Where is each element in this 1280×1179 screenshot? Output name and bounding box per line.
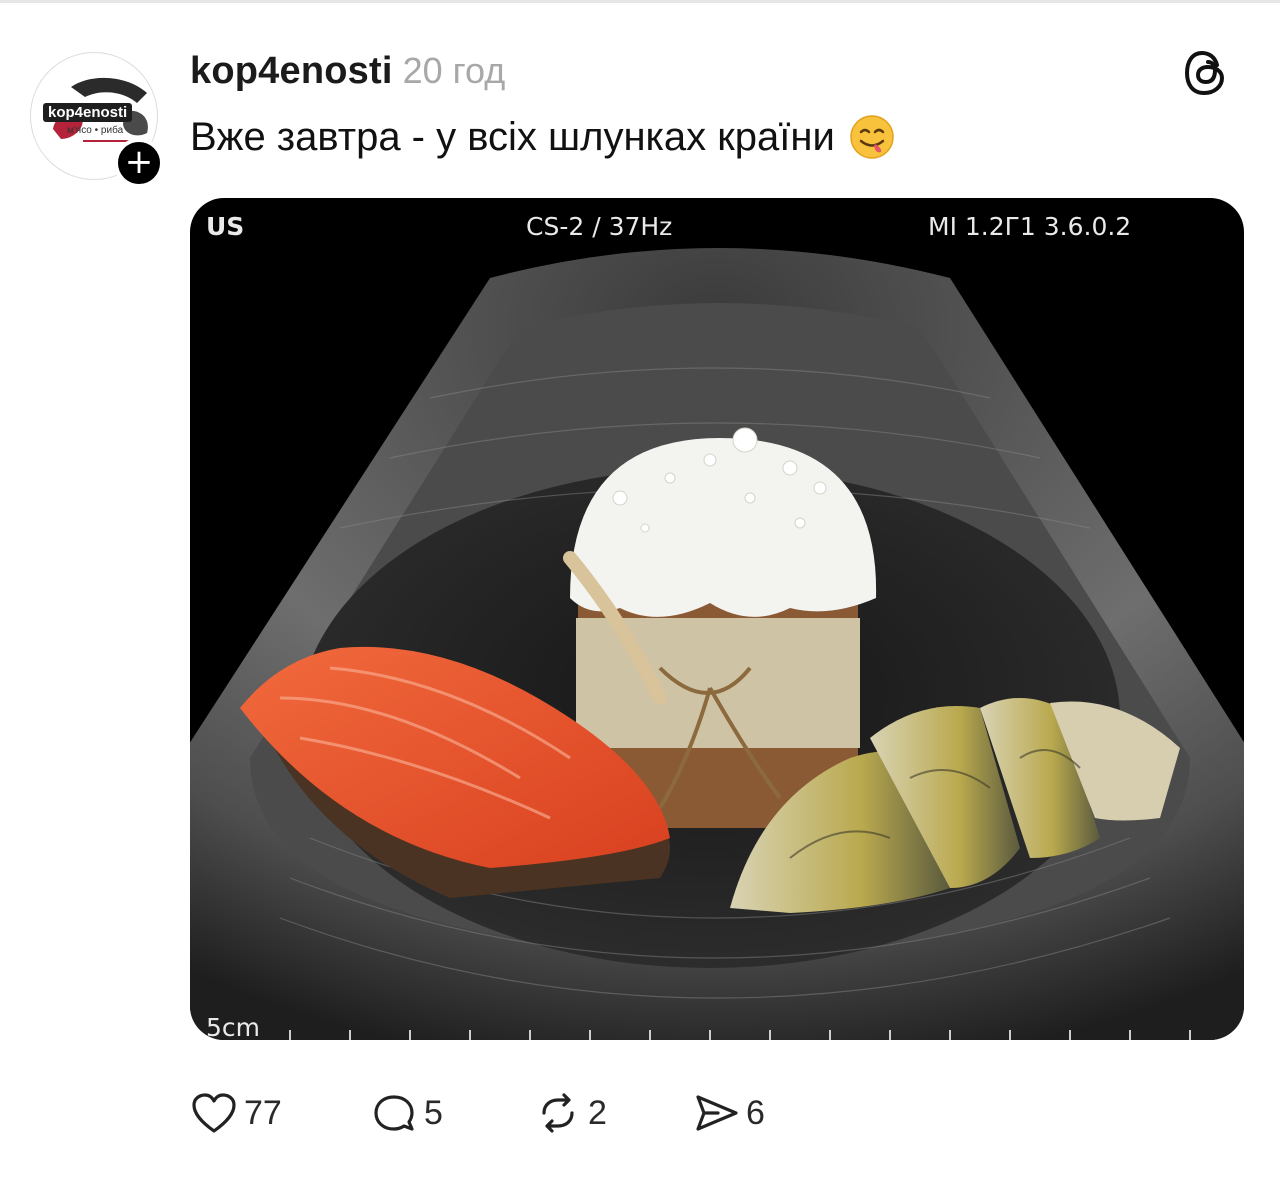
heart-icon — [192, 1093, 236, 1133]
share-button[interactable]: 6 — [692, 1090, 765, 1136]
follow-button[interactable]: + — [114, 138, 164, 188]
ultrasound-mode-label: US — [206, 212, 245, 241]
face-savoring-food-emoji — [850, 115, 894, 159]
top-divider — [0, 0, 1280, 3]
threads-logo-icon[interactable] — [1182, 48, 1232, 98]
reply-button[interactable]: 5 — [370, 1090, 443, 1136]
caption-text: Вже завтра - у всіх шлунках країни — [190, 114, 835, 159]
reply-count: 5 — [424, 1093, 443, 1132]
ultrasound-frequency-label: CS-2 / 37Hz — [526, 212, 673, 241]
repost-button[interactable]: 2 — [534, 1090, 607, 1136]
like-count: 77 — [244, 1093, 282, 1132]
like-button[interactable]: 77 — [190, 1090, 282, 1136]
ultrasound-image — [190, 248, 1244, 1040]
avatar-tagline: м'ясо • риба — [67, 125, 124, 136]
ultrasound-scale-label: 5cm — [206, 1013, 261, 1040]
timestamp: 20 год — [402, 50, 506, 91]
author-avatar-group[interactable]: kop4enosti м'ясо • риба + — [30, 52, 164, 188]
post-caption: Вже завтра - у всіх шлунках країни — [190, 114, 895, 160]
avatar-logo-text: kop4enosti — [43, 103, 133, 122]
paper-plane-icon — [696, 1095, 738, 1131]
speech-bubble-icon — [374, 1095, 414, 1131]
ultrasound-mi-label: MI 1.2Г1 3.6.0.2 — [928, 212, 1132, 241]
username[interactable]: kop4enosti — [190, 50, 393, 92]
share-count: 6 — [746, 1093, 765, 1132]
repost-icon — [542, 1093, 574, 1133]
post-image[interactable]: US CS-2 / 37Hz MI 1.2Г1 3.6.0.2 5cm — [190, 198, 1244, 1040]
repost-count: 2 — [588, 1093, 607, 1132]
plus-icon: + — [124, 142, 154, 182]
post-header: kop4enosti 20 год — [190, 50, 505, 94]
